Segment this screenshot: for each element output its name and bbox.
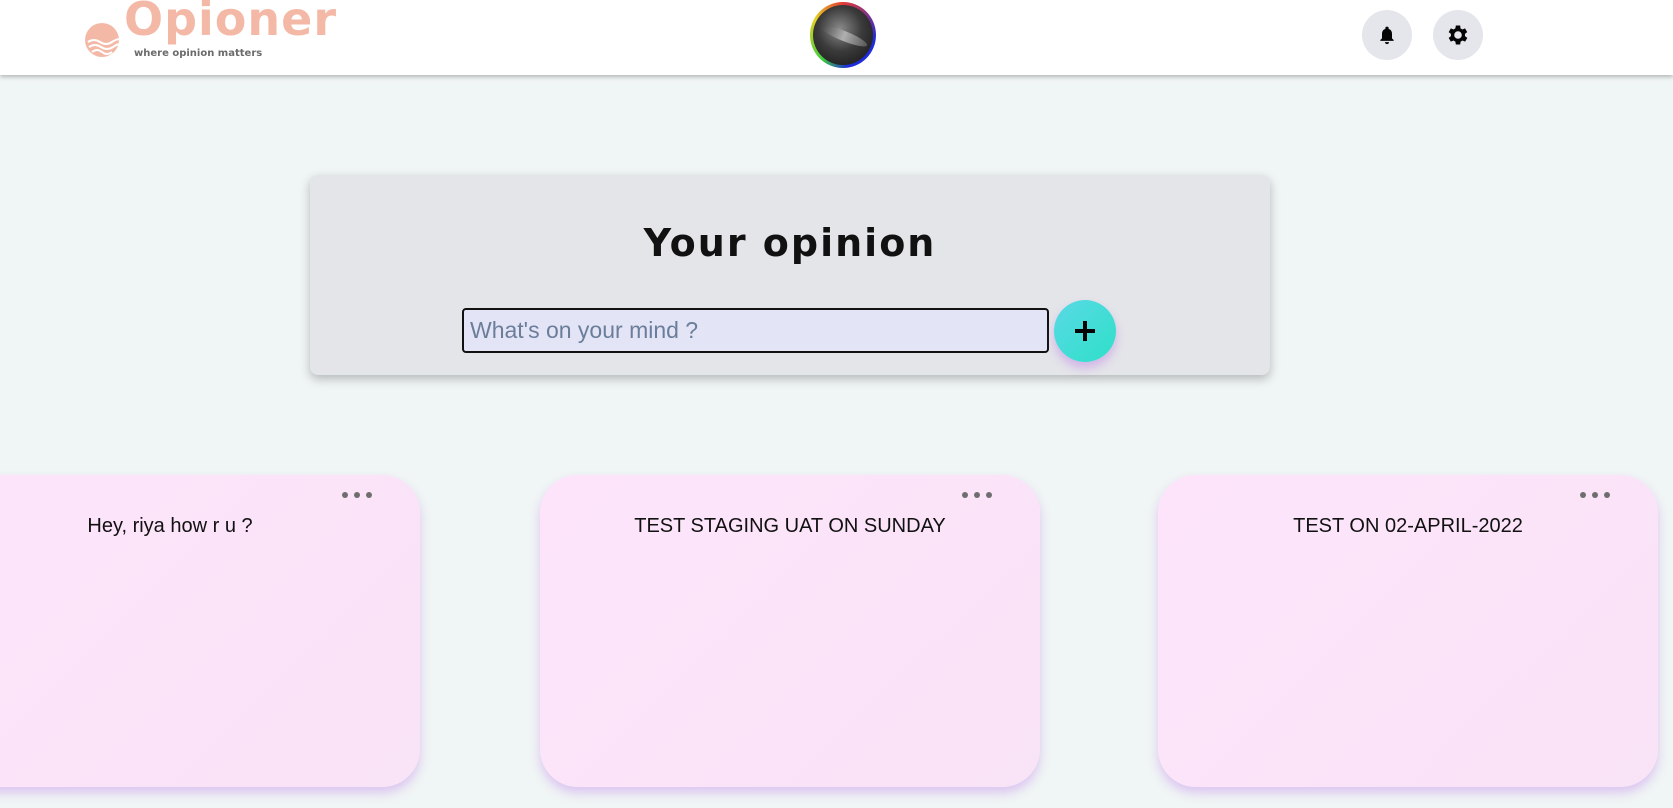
- more-horizontal-icon[interactable]: [342, 487, 372, 503]
- opinion-card: TEST ON 02-APRIL-2022: [1158, 475, 1658, 787]
- opinion-input[interactable]: [462, 308, 1049, 353]
- top-navbar: Opioner where opinion matters: [0, 0, 1673, 75]
- settings-button[interactable]: [1433, 10, 1483, 60]
- gear-icon: [1448, 25, 1468, 45]
- composer-title: Your opinion: [643, 221, 937, 265]
- bell-icon: [1380, 26, 1394, 45]
- opinion-composer: Your opinion: [310, 175, 1270, 375]
- add-opinion-button[interactable]: [1054, 300, 1116, 362]
- opinion-text: TEST STAGING UAT ON SUNDAY: [634, 515, 946, 537]
- brand-tagline: where opinion matters: [134, 48, 263, 59]
- opinion-text: Hey, riya how r u ?: [87, 515, 253, 537]
- user-avatar[interactable]: [810, 2, 876, 68]
- avatar-image: [813, 5, 873, 65]
- more-horizontal-icon[interactable]: [962, 487, 992, 503]
- logo-mark-icon: [85, 23, 121, 57]
- brand-logo[interactable]: Opioner where opinion matters: [82, 0, 342, 70]
- brand-name: Opioner: [124, 0, 338, 46]
- plus-icon: [1075, 321, 1095, 341]
- opinion-card: TEST STAGING UAT ON SUNDAY: [540, 475, 1040, 787]
- more-horizontal-icon[interactable]: [1580, 487, 1610, 503]
- notifications-button[interactable]: [1362, 10, 1412, 60]
- opinion-card: Hey, riya how r u ?: [0, 475, 420, 787]
- opinion-text: TEST ON 02-APRIL-2022: [1293, 515, 1523, 537]
